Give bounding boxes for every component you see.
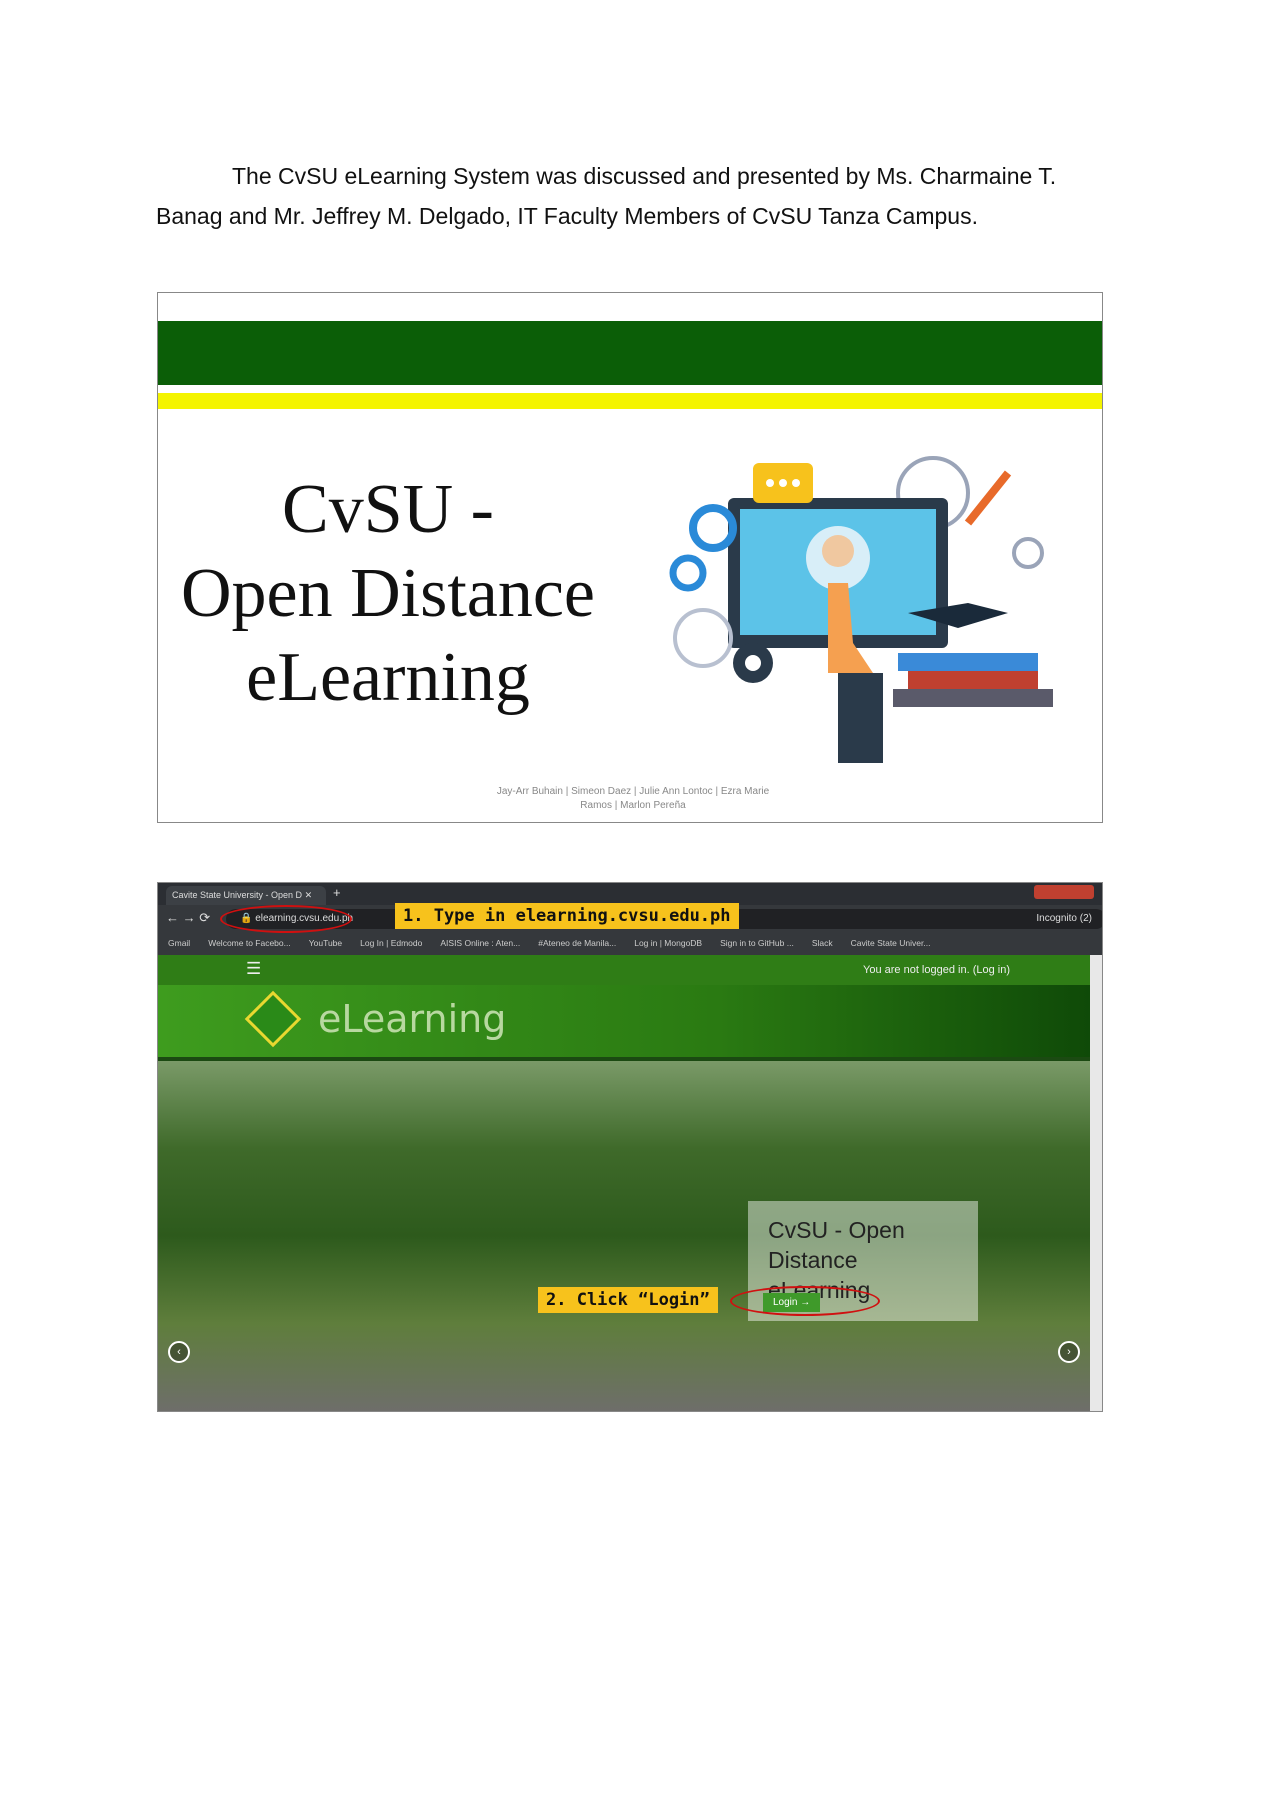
- elearning-logo: eLearning: [318, 997, 507, 1041]
- bookmark[interactable]: Gmail: [168, 938, 190, 950]
- bookmark[interactable]: Log in | MongoDB: [634, 938, 702, 950]
- books-icon: [898, 653, 1038, 671]
- browser-tab-bar: Cavite State University - Open D ✕ +: [158, 883, 1102, 905]
- bookmark[interactable]: AISIS Online : Aten...: [440, 938, 520, 950]
- menu-icon[interactable]: ☰: [246, 959, 261, 979]
- carousel-prev-icon[interactable]: ‹: [168, 1341, 190, 1363]
- title-line-3: eLearning: [246, 639, 530, 716]
- step2-callout: 2. Click “Login”: [538, 1287, 718, 1313]
- incognito-badge[interactable]: Incognito (2): [1036, 913, 1092, 924]
- nav-arrows-icon[interactable]: ← → ⟳: [166, 910, 210, 926]
- browser-tab[interactable]: Cavite State University - Open D ✕: [166, 886, 326, 905]
- gear-icon: [689, 504, 737, 552]
- bookmark[interactable]: Sign in to GitHub ...: [720, 938, 794, 950]
- login-highlight-oval: [730, 1286, 880, 1316]
- bookmarks-bar: Gmail Welcome to Facebo... YouTube Log I…: [158, 933, 1102, 955]
- credits-line-1: Jay-Arr Buhain | Simeon Daez | Julie Ann…: [496, 786, 770, 797]
- bookmark[interactable]: Slack: [812, 938, 833, 950]
- pencil-icon: [964, 470, 1012, 526]
- tab-title: Cavite State University - Open D: [172, 890, 303, 900]
- new-tab-icon[interactable]: +: [333, 885, 341, 900]
- title-line-2: Open Distance: [180, 555, 596, 632]
- slide-credits: Jay-Arr Buhain | Simeon Daez | Julie Ann…: [408, 785, 858, 813]
- window-controls[interactable]: [1034, 885, 1094, 899]
- site-navbar: ☰ You are not logged in. (Log in): [158, 955, 1090, 985]
- bookmark[interactable]: #Ateneo de Manila...: [538, 938, 616, 950]
- bookmark[interactable]: YouTube: [309, 938, 342, 950]
- step1-callout: 1. Type in elearning.cvsu.edu.ph: [395, 903, 739, 929]
- paragraph-line-1: The CvSU eLearning System was discussed …: [232, 163, 1057, 189]
- clock-icon: [673, 608, 733, 668]
- green-banner: [158, 321, 1102, 385]
- title-slide: CvSU - Open Distance eLearning Jay-Arr B…: [157, 292, 1103, 823]
- carousel-next-icon[interactable]: ›: [1058, 1341, 1080, 1363]
- scrollbar[interactable]: [1090, 955, 1102, 1411]
- bookmark[interactable]: Welcome to Facebo...: [208, 938, 291, 950]
- cvsu-seal-icon: [244, 990, 302, 1048]
- credits-line-2: Ramos | Marlon Pereña: [580, 800, 686, 811]
- paragraph-line-2: Banag and Mr. Jeffrey M. Delgado, IT Fac…: [156, 203, 978, 229]
- site-header: eLearning: [158, 985, 1090, 1057]
- yellow-stripe: [158, 393, 1102, 409]
- campus-hero-image: ‹ › CvSU - Open Distance eLearning Login…: [158, 1061, 1090, 1411]
- gear-icon: [669, 554, 707, 592]
- slide-title: CvSU - Open Distance eLearning: [178, 468, 598, 720]
- close-icon[interactable]: ✕: [305, 890, 313, 900]
- bookmark[interactable]: Log In | Edmodo: [360, 938, 422, 950]
- browser-screenshot-slide: Cavite State University - Open D ✕ + ← →…: [157, 882, 1103, 1412]
- bookmark[interactable]: Cavite State Univer...: [851, 938, 931, 950]
- login-status[interactable]: You are not logged in. (Log in): [863, 964, 1010, 976]
- title-line-1: CvSU -: [282, 471, 494, 548]
- hero-title-line-1: CvSU - Open: [768, 1217, 905, 1243]
- elearning-illustration: [669, 456, 1053, 763]
- url-highlight-oval: [220, 905, 352, 933]
